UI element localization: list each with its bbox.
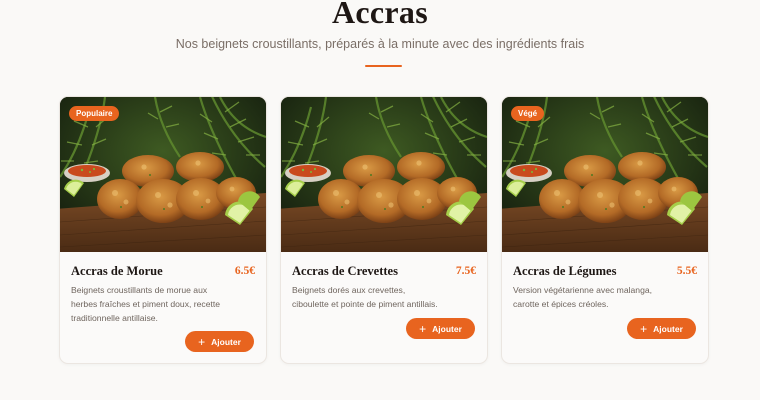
plus-icon: +	[640, 321, 648, 336]
plus-icon: +	[198, 334, 206, 349]
product-description: Beignets croustillants de morue aux herb…	[71, 285, 221, 323]
product-name: Accras de Crevettes	[292, 264, 398, 278]
section-title: Accras	[332, 0, 428, 30]
product-price: 6.5€	[234, 265, 255, 277]
product-card-legumes: Végé Accras de Légumes 5.5€ Version végé…	[501, 96, 709, 364]
add-button-label: Ajouter	[653, 323, 683, 334]
product-card-morue: Populaire Accras de Morue 6.5€ Beignets …	[59, 96, 267, 364]
badge: Végé	[511, 106, 545, 121]
product-description: Beignets dorés aux crevettes, ciboulette…	[292, 285, 438, 309]
title-divider	[365, 65, 402, 67]
product-price: 5.5€	[676, 265, 697, 277]
add-to-cart-button[interactable]: + Ajouter	[627, 318, 696, 339]
add-to-cart-button[interactable]: + Ajouter	[406, 318, 475, 339]
product-image	[281, 97, 487, 252]
product-name: Accras de Morue	[71, 264, 163, 278]
add-button-label: Ajouter	[432, 323, 462, 334]
product-description: Version végétarienne avec malanga, carot…	[513, 285, 653, 309]
product-card-crevettes: Accras de Crevettes 7.5€ Beignets dorés …	[280, 96, 488, 364]
section-subtitle: Nos beignets croustillants, préparés à l…	[175, 37, 585, 51]
product-price: 7.5€	[455, 265, 476, 277]
product-name: Accras de Légumes	[513, 264, 617, 278]
accras-menu-section: Accras Nos beignets croustillants, prépa…	[0, 0, 760, 400]
badge: Populaire	[69, 106, 120, 121]
add-button-label: Ajouter	[211, 336, 241, 347]
plus-icon: +	[419, 321, 427, 336]
add-to-cart-button[interactable]: + Ajouter	[185, 331, 254, 352]
